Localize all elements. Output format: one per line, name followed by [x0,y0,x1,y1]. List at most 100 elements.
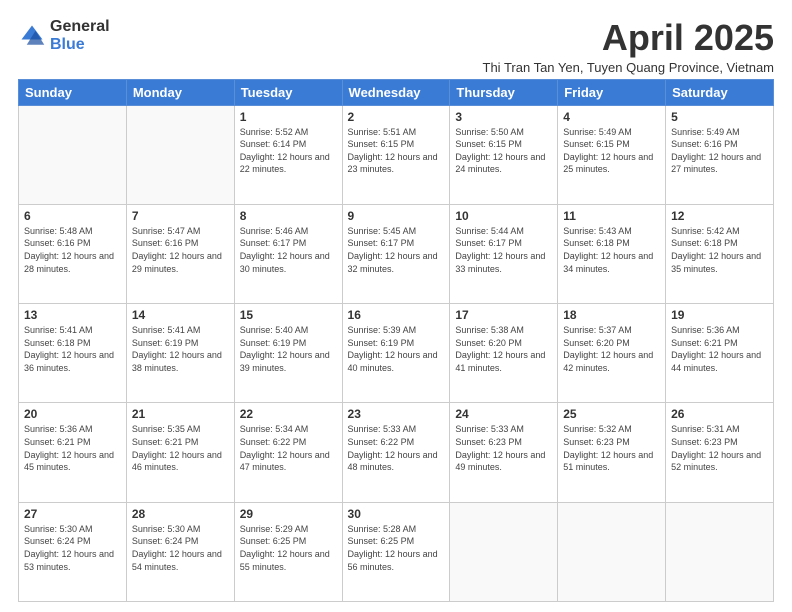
day-number: 17 [455,308,552,322]
table-row: 13 Sunrise: 5:41 AMSunset: 6:18 PMDayligh… [19,304,127,403]
day-info: Sunrise: 5:33 AMSunset: 6:22 PMDaylight:… [348,423,445,473]
table-row: 10 Sunrise: 5:44 AMSunset: 6:17 PMDayligh… [450,204,558,303]
day-info: Sunrise: 5:49 AMSunset: 6:16 PMDaylight:… [671,126,768,176]
table-row: 19Sunrise: 5:36 AMSunset: 6:21 PMDayligh… [666,304,774,403]
day-info: Sunrise: 5:43 AMSunset: 6:18 PMDaylight:… [563,225,660,275]
day-info: Sunrise: 5:50 AMSunset: 6:15 PMDaylight:… [455,126,552,176]
day-number: 27 [24,507,121,521]
day-number: 28 [132,507,229,521]
day-info: Sunrise: 5:42 AMSunset: 6:18 PMDaylight:… [671,225,768,275]
day-number: 11 [563,209,660,223]
day-number: 14 [132,308,229,322]
table-row: 17 Sunrise: 5:38 AMSunset: 6:20 PMDayligh… [450,304,558,403]
table-row: 7 Sunrise: 5:47 AMSunset: 6:16 PMDaylight… [126,204,234,303]
table-row: 18 Sunrise: 5:37 AMSunset: 6:20 PMDayligh… [558,304,666,403]
calendar-week-row: 6 Sunrise: 5:48 AMSunset: 6:16 PMDaylight… [19,204,774,303]
day-info: Sunrise: 5:33 AMSunset: 6:23 PMDaylight:… [455,423,552,473]
day-info: Sunrise: 5:45 AMSunset: 6:17 PMDaylight:… [348,225,445,275]
header: General Blue April 2025 Thi Tran Tan Yen… [18,18,774,75]
day-number: 26 [671,407,768,421]
table-row: 11 Sunrise: 5:43 AMSunset: 6:18 PMDayligh… [558,204,666,303]
calendar-week-row: 1Sunrise: 5:52 AMSunset: 6:14 PMDaylight… [19,105,774,204]
day-info: Sunrise: 5:37 AMSunset: 6:20 PMDaylight:… [563,324,660,374]
day-info: Sunrise: 5:47 AMSunset: 6:16 PMDaylight:… [132,225,229,275]
table-row: 4Sunrise: 5:49 AMSunset: 6:15 PMDaylight… [558,105,666,204]
col-sunday: Sunday [19,79,127,105]
table-row [558,502,666,601]
logo: General Blue [18,18,110,53]
day-number: 7 [132,209,229,223]
calendar: Sunday Monday Tuesday Wednesday Thursday… [18,79,774,602]
day-info: Sunrise: 5:49 AMSunset: 6:15 PMDaylight:… [563,126,660,176]
col-monday: Monday [126,79,234,105]
table-row: 5 Sunrise: 5:49 AMSunset: 6:16 PMDaylight… [666,105,774,204]
day-number: 9 [348,209,445,223]
table-row: 28 Sunrise: 5:30 AMSunset: 6:24 PMDayligh… [126,502,234,601]
day-info: Sunrise: 5:46 AMSunset: 6:17 PMDaylight:… [240,225,337,275]
day-info: Sunrise: 5:28 AMSunset: 6:25 PMDaylight:… [348,523,445,573]
day-info: Sunrise: 5:51 AMSunset: 6:15 PMDaylight:… [348,126,445,176]
table-row [19,105,127,204]
col-saturday: Saturday [666,79,774,105]
day-number: 15 [240,308,337,322]
day-number: 19 [671,308,768,322]
title-block: April 2025 Thi Tran Tan Yen, Tuyen Quang… [483,18,774,75]
day-number: 21 [132,407,229,421]
col-thursday: Thursday [450,79,558,105]
table-row: 27 Sunrise: 5:30 AMSunset: 6:24 PMDayligh… [19,502,127,601]
subtitle: Thi Tran Tan Yen, Tuyen Quang Province, … [483,60,774,75]
day-info: Sunrise: 5:41 AMSunset: 6:18 PMDaylight:… [24,324,121,374]
day-info: Sunrise: 5:35 AMSunset: 6:21 PMDaylight:… [132,423,229,473]
table-row [126,105,234,204]
day-info: Sunrise: 5:31 AMSunset: 6:23 PMDaylight:… [671,423,768,473]
day-number: 30 [348,507,445,521]
calendar-header-row: Sunday Monday Tuesday Wednesday Thursday… [19,79,774,105]
day-info: Sunrise: 5:39 AMSunset: 6:19 PMDaylight:… [348,324,445,374]
day-info: Sunrise: 5:52 AMSunset: 6:14 PMDaylight:… [240,126,337,176]
day-number: 12 [671,209,768,223]
day-number: 22 [240,407,337,421]
day-number: 6 [24,209,121,223]
calendar-week-row: 20 Sunrise: 5:36 AMSunset: 6:21 PMDayligh… [19,403,774,502]
day-number: 13 [24,308,121,322]
table-row: 9 Sunrise: 5:45 AMSunset: 6:17 PMDaylight… [342,204,450,303]
day-info: Sunrise: 5:36 AMSunset: 6:21 PMDaylight:… [24,423,121,473]
table-row [666,502,774,601]
table-row: 6 Sunrise: 5:48 AMSunset: 6:16 PMDaylight… [19,204,127,303]
day-info: Sunrise: 5:30 AMSunset: 6:24 PMDaylight:… [132,523,229,573]
day-number: 10 [455,209,552,223]
logo-text: General Blue [50,18,110,53]
day-info: Sunrise: 5:38 AMSunset: 6:20 PMDaylight:… [455,324,552,374]
table-row: 21 Sunrise: 5:35 AMSunset: 6:21 PMDayligh… [126,403,234,502]
col-friday: Friday [558,79,666,105]
page: General Blue April 2025 Thi Tran Tan Yen… [0,0,792,612]
day-number: 18 [563,308,660,322]
day-info: Sunrise: 5:34 AMSunset: 6:22 PMDaylight:… [240,423,337,473]
table-row: 12 Sunrise: 5:42 AMSunset: 6:18 PMDayligh… [666,204,774,303]
table-row: 15Sunrise: 5:40 AMSunset: 6:19 PMDayligh… [234,304,342,403]
table-row: 1Sunrise: 5:52 AMSunset: 6:14 PMDaylight… [234,105,342,204]
day-number: 5 [671,110,768,124]
day-number: 20 [24,407,121,421]
table-row: 22 Sunrise: 5:34 AMSunset: 6:22 PMDayligh… [234,403,342,502]
day-info: Sunrise: 5:32 AMSunset: 6:23 PMDaylight:… [563,423,660,473]
day-number: 2 [348,110,445,124]
day-number: 24 [455,407,552,421]
month-title: April 2025 [483,18,774,58]
table-row: 30 Sunrise: 5:28 AMSunset: 6:25 PMDayligh… [342,502,450,601]
day-number: 29 [240,507,337,521]
day-number: 16 [348,308,445,322]
calendar-week-row: 13 Sunrise: 5:41 AMSunset: 6:18 PMDayligh… [19,304,774,403]
day-info: Sunrise: 5:48 AMSunset: 6:16 PMDaylight:… [24,225,121,275]
day-info: Sunrise: 5:30 AMSunset: 6:24 PMDaylight:… [24,523,121,573]
table-row: 20 Sunrise: 5:36 AMSunset: 6:21 PMDayligh… [19,403,127,502]
table-row: 14Sunrise: 5:41 AMSunset: 6:19 PMDayligh… [126,304,234,403]
day-number: 25 [563,407,660,421]
table-row: 25 Sunrise: 5:32 AMSunset: 6:23 PMDayligh… [558,403,666,502]
day-info: Sunrise: 5:44 AMSunset: 6:17 PMDaylight:… [455,225,552,275]
table-row: 24 Sunrise: 5:33 AMSunset: 6:23 PMDayligh… [450,403,558,502]
table-row: 23 Sunrise: 5:33 AMSunset: 6:22 PMDayligh… [342,403,450,502]
col-wednesday: Wednesday [342,79,450,105]
day-number: 23 [348,407,445,421]
table-row: 16 Sunrise: 5:39 AMSunset: 6:19 PMDayligh… [342,304,450,403]
